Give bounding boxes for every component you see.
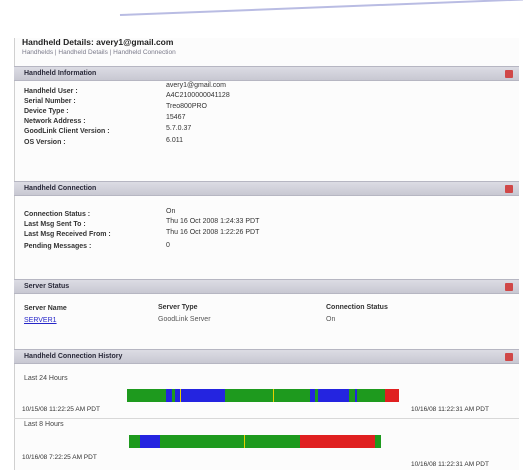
os-version-label: OS Version : [24, 139, 66, 146]
history-marker [273, 389, 275, 402]
collapse-icon[interactable] [505, 283, 513, 291]
server-type-value: GoodLink Server [158, 316, 211, 323]
last-sent-value: Thu 16 Oct 2008 1:24:33 PDT [166, 218, 260, 225]
graph-8h-start: 10/16/08 7:22:25 AM PDT [22, 454, 97, 461]
server-status-header: Server Status [14, 279, 519, 294]
collapse-icon[interactable] [505, 185, 513, 193]
os-version-value: 6.011 [166, 137, 183, 144]
handheld-user-label: Handheld User : [24, 88, 78, 95]
pending-messages-label: Pending Messages : [24, 243, 92, 250]
graph-24h-start: 10/15/08 11:22:25 AM PDT [22, 406, 100, 413]
connection-status-column: Connection Status [326, 304, 388, 311]
server-name-link[interactable]: SERVER1 [24, 317, 57, 324]
last-received-label: Last Msg Received From : [24, 231, 111, 238]
serial-number-value: A4C2100000041128 [166, 92, 230, 99]
handheld-user-value: avery1@gmail.com [166, 82, 227, 89]
graph-8h-label: Last 8 Hours [24, 421, 64, 428]
history-segment [385, 389, 400, 402]
history-segment [174, 389, 226, 402]
server-connection-value: On [326, 316, 336, 323]
history-segment [318, 389, 349, 402]
network-address-label: Network Address : [24, 118, 86, 125]
last-sent-label: Last Msg Sent To : [24, 221, 86, 228]
collapse-icon[interactable] [505, 353, 513, 361]
history-segment [357, 389, 386, 402]
last-received-value: Thu 16 Oct 2008 1:22:26 PDT [166, 229, 260, 236]
connection-status-value: On [166, 208, 176, 215]
serial-number-label: Serial Number : [24, 98, 76, 105]
history-segment [225, 389, 310, 402]
client-version-value: 5.7.0.37 [166, 125, 192, 132]
history-segment [375, 435, 381, 448]
history-marker [243, 435, 245, 448]
history-segment [127, 389, 167, 402]
handheld-info-title: Handheld Information [24, 70, 97, 77]
connection-bar-24h [127, 389, 408, 402]
history-segment [243, 435, 300, 448]
network-address-value: 15467 [166, 114, 186, 121]
history-segment [140, 435, 160, 448]
server-name-column: Server Name [24, 305, 67, 312]
connection-header: Handheld Connection [14, 181, 519, 196]
history-header: Handheld Connection History [14, 349, 519, 364]
connection-title: Handheld Connection [24, 185, 97, 192]
history-segment [129, 435, 141, 448]
graph-8h-end: 10/16/08 11:22:31 AM PDT [411, 461, 489, 468]
device-type-label: Device Type : [24, 108, 69, 115]
server-type-column: Server Type [158, 304, 198, 311]
window-top-edge [119, 0, 523, 16]
connection-status-label: Connection Status : [24, 211, 91, 218]
client-version-label: GoodLink Client Version : [24, 128, 110, 135]
pending-messages-value: 0 [166, 242, 170, 249]
graph-divider [14, 418, 519, 419]
history-segment [299, 435, 376, 448]
graph-24h-end: 10/16/08 11:22:31 AM PDT [411, 406, 489, 413]
breadcrumb[interactable]: Handhelds | Handheld Details | Handheld … [22, 49, 176, 56]
connection-bar-8h [129, 435, 409, 448]
graph-24h-label: Last 24 Hours [24, 375, 68, 382]
device-type-value: Treo800PRO [166, 103, 207, 110]
server-status-title: Server Status [24, 283, 70, 290]
page-title: Handheld Details: avery1@gmail.com [22, 37, 174, 47]
collapse-icon[interactable] [505, 70, 513, 78]
history-title: Handheld Connection History [24, 353, 123, 360]
history-marker [180, 389, 182, 402]
handheld-info-header: Handheld Information [14, 66, 519, 81]
history-segment [159, 435, 244, 448]
